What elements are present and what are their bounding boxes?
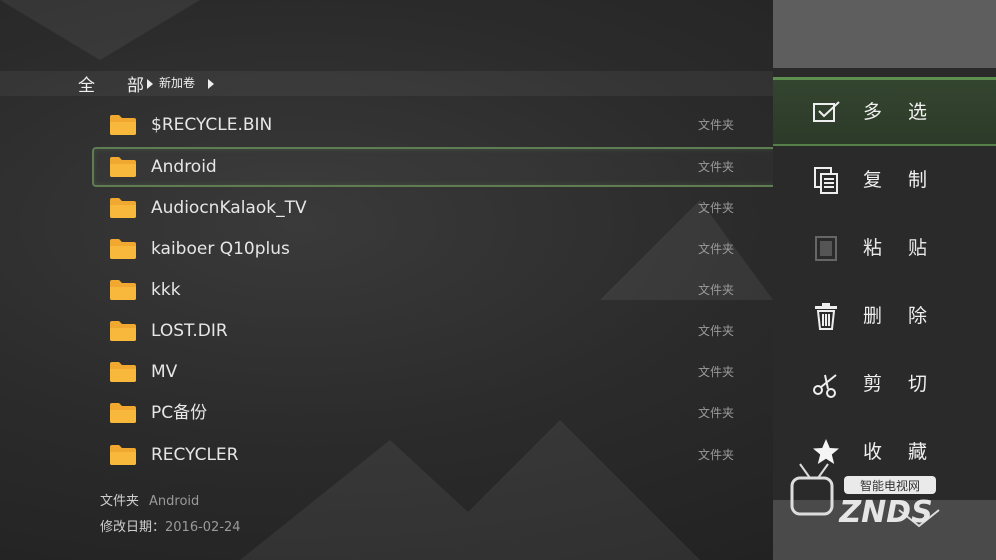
- folder-icon: [110, 239, 136, 259]
- file-type: 文件夹: [698, 201, 735, 215]
- folder-icon: [110, 198, 136, 218]
- info-type: 文件夹 Android: [100, 490, 199, 509]
- file-type: 文件夹: [698, 324, 735, 338]
- paste-icon: [815, 236, 837, 261]
- trash-icon: [815, 303, 837, 330]
- file-name: RECYCLER: [151, 445, 239, 465]
- breadcrumb-root-label-b: 部: [127, 76, 144, 96]
- file-type: 文件夹: [698, 448, 735, 462]
- file-row[interactable]: RECYCLER 文件夹: [92, 435, 792, 475]
- scissors-icon: [813, 374, 837, 398]
- info-type-value: Android: [149, 494, 200, 509]
- breadcrumb: 全 部 新加卷: [0, 71, 773, 96]
- file-name: LOST.DIR: [151, 321, 228, 341]
- file-name: kaiboer Q10plus: [151, 239, 290, 259]
- file-type: 文件夹: [698, 365, 735, 379]
- breadcrumb-root[interactable]: 全 部: [78, 71, 144, 96]
- file-name: kkk: [151, 280, 181, 300]
- folder-icon: [110, 445, 136, 465]
- file-row[interactable]: PC备份 文件夹: [92, 393, 792, 433]
- checkbox-icon: [813, 101, 840, 122]
- menu-label: 复制: [863, 169, 954, 191]
- menu-item-multiselect[interactable]: 多选: [773, 80, 996, 146]
- menu-item-paste[interactable]: 粘贴: [773, 216, 996, 280]
- menu-item-cut[interactable]: 剪切: [773, 352, 996, 416]
- watermark-tagline: 智能电视网: [860, 478, 920, 493]
- folder-icon: [110, 280, 136, 300]
- file-row[interactable]: kaiboer Q10plus 文件夹: [92, 229, 792, 269]
- znds-watermark: 智能电视网 ZNDS: [790, 463, 936, 530]
- file-row[interactable]: LOST.DIR 文件夹: [92, 311, 792, 351]
- file-name: AudiocnKalaok_TV: [151, 198, 307, 218]
- file-row[interactable]: AudiocnKalaok_TV 文件夹: [92, 188, 792, 228]
- folder-icon: [110, 321, 136, 341]
- file-type: 文件夹: [698, 160, 735, 174]
- caret-right-icon: [147, 79, 153, 89]
- info-date: 修改日期：2016-02-24: [100, 516, 241, 535]
- menu-label: 粘贴: [863, 237, 954, 259]
- file-row[interactable]: MV 文件夹: [92, 352, 792, 392]
- copy-icon: [814, 167, 838, 194]
- menu-item-copy[interactable]: 复制: [773, 148, 996, 212]
- file-type: 文件夹: [698, 118, 735, 132]
- info-date-value: 2016-02-24: [165, 520, 241, 535]
- folder-icon: [110, 362, 136, 382]
- breadcrumb-root-label-a: 全: [78, 76, 95, 96]
- file-type: 文件夹: [698, 406, 735, 420]
- file-type: 文件夹: [698, 242, 735, 256]
- info-type-label: 文件夹: [100, 494, 140, 509]
- folder-icon: [110, 403, 136, 423]
- file-name: Android: [151, 157, 217, 177]
- menu-label: 剪切: [863, 373, 954, 395]
- folder-icon: [110, 157, 136, 177]
- panel-header: [773, 0, 996, 68]
- info-date-label: 修改日期：: [100, 520, 166, 535]
- caret-right-icon: [208, 79, 214, 89]
- breadcrumb-volume[interactable]: 新加卷: [159, 71, 195, 96]
- folder-icon: [110, 115, 136, 135]
- file-name: PC备份: [151, 403, 208, 423]
- menu-label: 删除: [863, 305, 954, 327]
- menu-item-delete[interactable]: 删除: [773, 284, 996, 348]
- file-name: MV: [151, 362, 178, 382]
- file-row[interactable]: kkk 文件夹: [92, 270, 792, 310]
- menu-label: 多选: [863, 101, 954, 123]
- file-row-focused[interactable]: Android 文件夹: [92, 147, 792, 187]
- file-row[interactable]: $RECYCLE.BIN 文件夹: [92, 105, 792, 145]
- file-type: 文件夹: [698, 283, 735, 297]
- watermark-brand: ZNDS: [838, 495, 932, 530]
- file-name: $RECYCLE.BIN: [151, 115, 273, 135]
